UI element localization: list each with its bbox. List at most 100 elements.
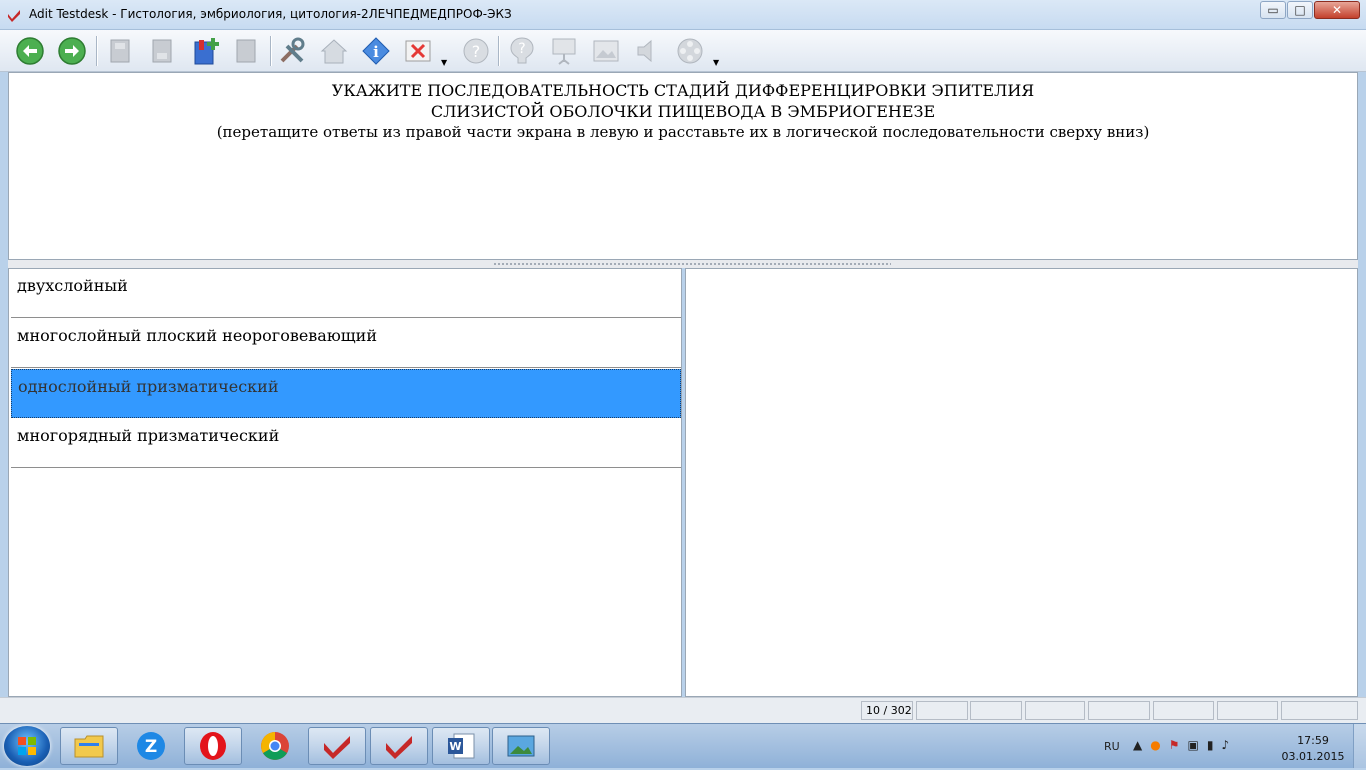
chrome-icon [261,732,289,760]
sound-icon [637,39,652,63]
info-button[interactable]: i [360,35,392,67]
show-desktop-button[interactable] [1353,724,1366,768]
forward-arrow-icon [58,37,86,65]
usb-icon[interactable]: ▣ [1187,738,1198,752]
question-line-2: СЛИЗИСТОЙ ОБОЛОЧКИ ПИЩЕВОДА В ЭМБРИОГЕНЕ… [430,102,936,121]
close-icon: ✕ [1331,3,1343,17]
toolbar-separator [270,36,272,66]
splitter-grip[interactable] [493,262,891,266]
status-bar: 10 / 302 [0,697,1366,723]
status-cell [1088,701,1150,720]
question-instruction: (перетащите ответы из правой части экран… [216,123,1150,141]
back-button[interactable] [14,35,46,67]
hint-icon: ? [510,37,534,64]
svg-text:W: W [449,740,461,753]
horizontal-splitter[interactable] [8,260,1358,268]
bookmark-button[interactable] [230,35,262,67]
save-as-button[interactable] [146,35,178,67]
volume-icon[interactable]: ♪ [1221,738,1229,752]
answer-text: многослойный плоский неороговевающий [17,326,377,345]
hint-button[interactable]: ? [506,35,538,67]
question-panel: УКАЖИТЕ ПОСЛЕДОВАТЕЛЬНОСТЬ СТАДИЙ ДИФФЕР… [8,72,1358,260]
save-button[interactable] [104,35,136,67]
info-icon: i [362,37,390,65]
opera-icon [200,732,226,760]
answer-drop-area[interactable] [685,268,1358,697]
taskbar-testdesk[interactable] [308,727,366,765]
status-cell [1153,701,1214,720]
presentation-button[interactable] [548,35,580,67]
window-controls: ▭ □ ✕ [1259,1,1360,19]
toolbar-separator [96,36,98,66]
question-line-1: УКАЖИТЕ ПОСЛЕДОВАТЕЛЬНОСТЬ СТАДИЙ ДИФФЕР… [331,81,1035,100]
toolbar-separator [498,36,500,66]
minimize-button[interactable]: ▭ [1260,1,1286,19]
answer-item[interactable]: двухслойный [11,269,681,318]
testdesk-icon [324,736,350,759]
maximize-button[interactable]: □ [1287,1,1313,19]
home-button[interactable] [318,35,350,67]
start-button[interactable] [4,726,50,766]
home-icon [320,39,348,64]
close-window-button[interactable]: ✕ [1314,1,1360,19]
clock-time: 17:59 [1297,734,1329,747]
cancel-dropdown-arrow-icon[interactable]: ▼ [441,58,447,67]
testdesk-icon [386,736,412,759]
add-bookmark-button[interactable] [190,35,222,67]
testdesk-logo-icon [8,10,20,22]
image-icon [593,40,619,62]
cancel-button[interactable] [402,35,434,67]
answer-text: однослойный призматический [18,377,279,396]
taskbar-word[interactable]: W [432,727,490,765]
window-title: Adit Testdesk - Гистология, эмбриология,… [29,7,512,21]
answer-item[interactable]: многослойный плоский неороговевающий [11,319,681,368]
cancel-icon [405,40,431,62]
language-indicator[interactable]: RU [1104,740,1120,753]
status-cell [1217,701,1278,720]
show-hidden-icons-icon[interactable]: ▲ [1133,738,1142,752]
answer-text: двухслойный [17,276,128,295]
bookmark-add-icon [194,38,219,65]
status-cell [1025,701,1085,720]
video-button[interactable] [674,35,706,67]
sound-button[interactable] [632,35,664,67]
svg-text:Z: Z [145,737,157,757]
taskbar-explorer[interactable] [60,727,118,765]
tools-button[interactable] [276,35,308,67]
title-bar: Adit Testdesk - Гистология, эмбриология,… [0,0,1366,30]
clock-date: 03.01.2015 [1281,750,1345,763]
forward-button[interactable] [56,35,88,67]
video-icon [677,38,703,64]
answers-list[interactable]: двухслойный многослойный плоский неорого… [8,268,682,697]
question-counter: 10 / 302 [861,701,913,720]
zoom-icon: Z [137,732,165,760]
answer-item[interactable]: многорядный призматический [11,419,681,468]
tools-icon [280,37,305,63]
taskbar-chrome[interactable] [246,727,304,765]
explorer-icon [74,735,104,758]
answer-item-selected[interactable]: однослойный призматический [11,369,681,418]
presentation-icon [552,38,576,65]
help-icon: ? [463,38,489,64]
image-button[interactable] [590,35,622,67]
bookmark-icon [236,39,256,63]
save-as-icon [152,39,172,63]
taskbar: Z W RU ▲ ● ⚑ ▣ ▮ ♪ 17:59 03.01.2015 [0,723,1366,768]
svg-text:?: ? [518,41,525,57]
clock[interactable]: 17:59 03.01.2015 [1278,733,1348,765]
toolbar: i ▼ ? ? ▼ [0,30,1366,72]
save-icon [110,39,130,63]
svg-text:?: ? [472,42,481,61]
help-button[interactable]: ? [460,35,492,67]
taskbar-testdesk-2[interactable] [370,727,428,765]
network-icon[interactable]: ▮ [1207,738,1214,752]
taskbar-opera[interactable] [184,727,242,765]
back-arrow-icon [16,37,44,65]
taskbar-zoom[interactable]: Z [122,727,180,765]
answer-text: многорядный призматический [17,426,280,445]
taskbar-picture-viewer[interactable] [492,727,550,765]
svg-text:i: i [373,43,379,61]
flag-icon[interactable]: ⚑ [1169,738,1180,752]
avast-icon[interactable]: ● [1150,738,1160,752]
video-dropdown-arrow-icon[interactable]: ▼ [713,58,719,67]
